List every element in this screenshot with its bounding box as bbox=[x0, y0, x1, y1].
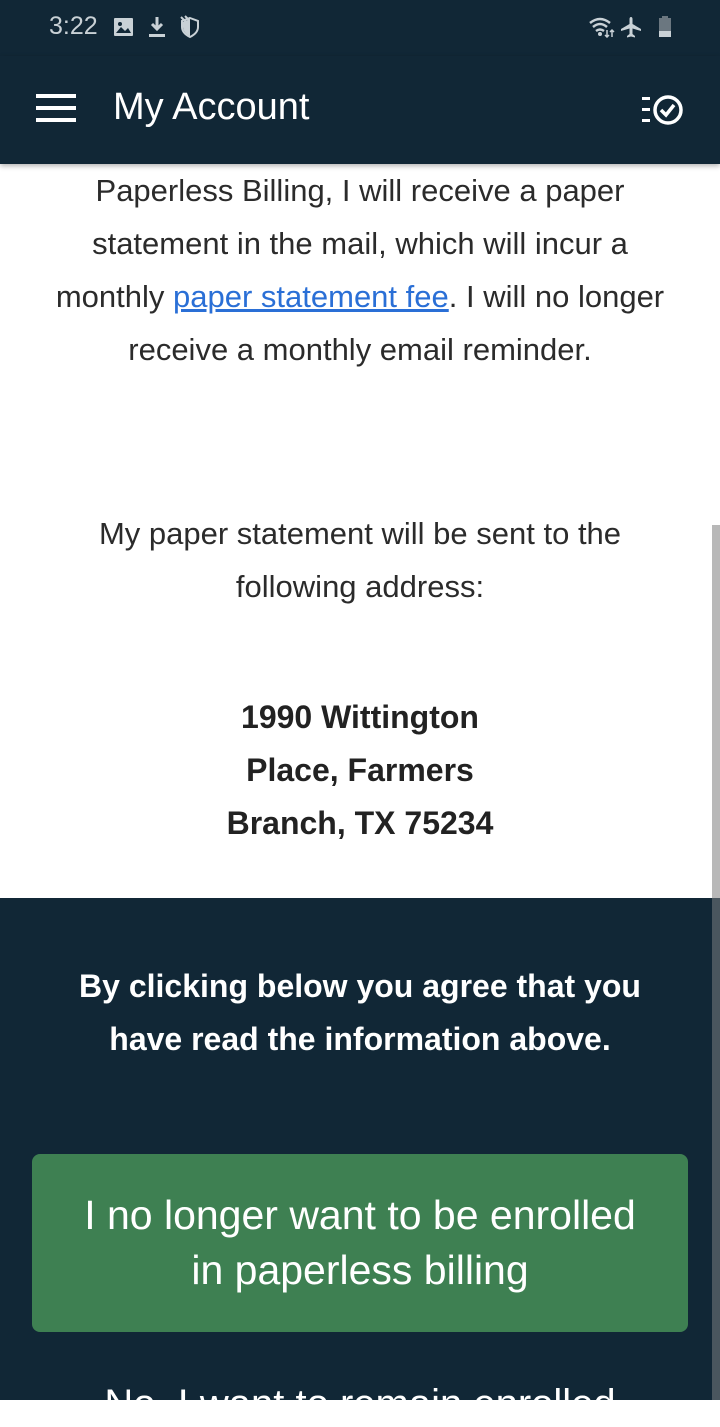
image-icon bbox=[114, 18, 133, 36]
download-icon bbox=[149, 17, 165, 37]
hamburger-menu-icon[interactable] bbox=[36, 94, 76, 124]
address-line-1: 1990 Wittington bbox=[241, 699, 479, 735]
status-bar: 3:22 bbox=[0, 0, 720, 56]
airplane-mode-icon bbox=[621, 17, 641, 38]
app-bar: My Account bbox=[0, 56, 720, 164]
task-list-check-icon[interactable] bbox=[640, 92, 688, 128]
address-line-2: Place, Farmers bbox=[246, 752, 474, 788]
unenroll-paperless-button[interactable]: I no longer want to be enrolled in paper… bbox=[32, 1154, 688, 1332]
mailing-address: 1990 Wittington Place, Farmers Branch, T… bbox=[0, 691, 720, 850]
remain-enrolled-link[interactable]: No, I want to remain enrolled bbox=[0, 1382, 720, 1427]
address-line-3: Branch, TX 75234 bbox=[226, 805, 494, 841]
wifi-icon bbox=[589, 17, 615, 38]
shield-icon bbox=[180, 15, 199, 39]
paper-statement-fee-link[interactable]: paper statement fee bbox=[173, 279, 449, 314]
agreement-section: By clicking below you agree that you hav… bbox=[0, 898, 720, 1426]
address-intro: My paper statement will be sent to the f… bbox=[98, 516, 622, 604]
page-title: My Account bbox=[113, 86, 310, 128]
paper-statement-notice: Paperless Billing, I will receive a pape… bbox=[55, 173, 665, 367]
scrollbar[interactable] bbox=[712, 525, 720, 1400]
status-time: 3:22 bbox=[49, 12, 98, 40]
battery-icon bbox=[659, 16, 671, 37]
agreement-text: By clicking below you agree that you hav… bbox=[79, 968, 641, 1057]
